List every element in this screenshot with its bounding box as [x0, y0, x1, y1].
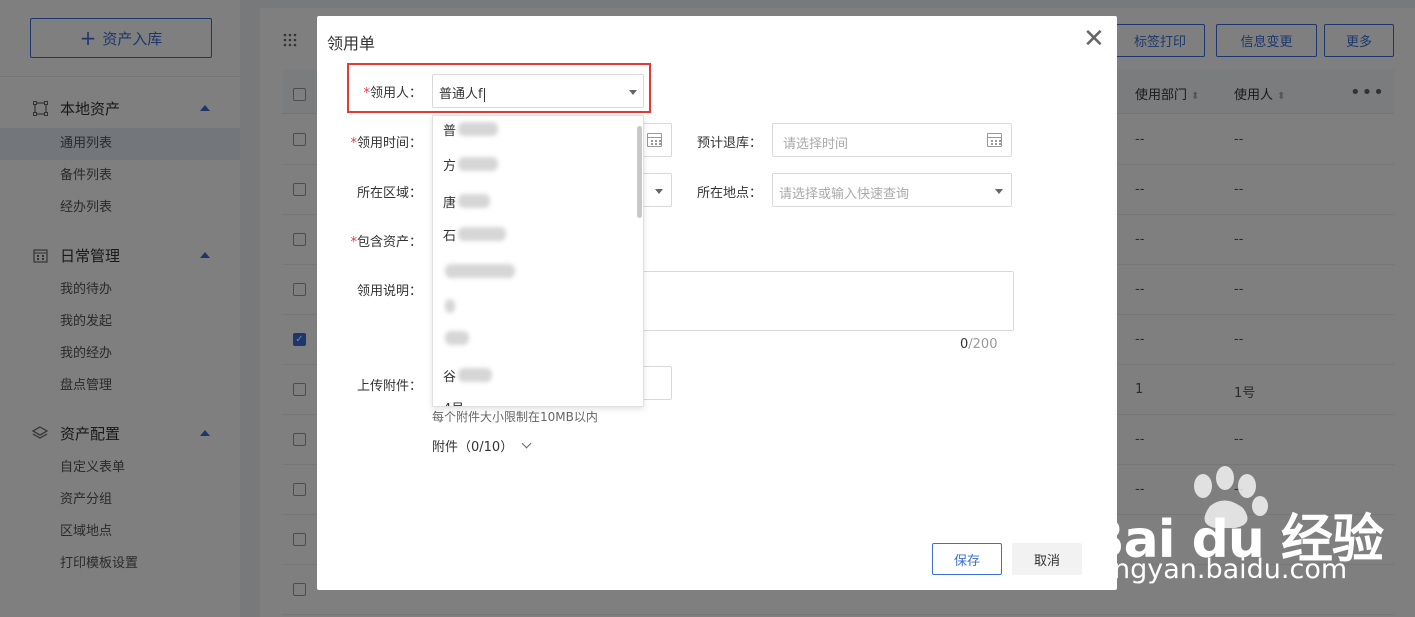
- attachment-toggle-label: 附件（0/10）: [432, 440, 514, 455]
- dropdown-arrow-icon: [995, 189, 1003, 194]
- attachment-hint: 每个附件大小限制在10MB以内: [432, 410, 598, 424]
- recipient-dropdown-list: 普 方 唐 石 谷 4号: [432, 115, 644, 407]
- assets-label: *包含资产：: [350, 235, 422, 250]
- dropdown-option[interactable]: [443, 261, 515, 281]
- save-button[interactable]: 保存: [932, 543, 1002, 575]
- calendar-icon: [647, 133, 662, 147]
- location-placeholder: 请选择或输入快速查询: [779, 187, 910, 202]
- dropdown-option[interactable]: 方: [443, 154, 499, 174]
- expected-return-label: 预计退库：: [696, 136, 762, 151]
- dropdown-option[interactable]: [443, 328, 469, 348]
- highlight-box: [347, 63, 651, 113]
- note-char-counter: 0/200: [960, 337, 998, 352]
- dropdown-option[interactable]: 4号: [443, 397, 464, 407]
- chevron-down-icon: [521, 438, 532, 449]
- modal-title: 领用单: [327, 34, 376, 53]
- close-icon[interactable]: ✕: [1083, 26, 1105, 52]
- location-select[interactable]: 请选择或输入快速查询: [772, 173, 1012, 207]
- dropdown-option[interactable]: 谷: [443, 365, 493, 385]
- attachment-label: 上传附件：: [356, 379, 422, 394]
- dropdown-option[interactable]: 石: [443, 224, 507, 244]
- calendar-icon: [987, 133, 1002, 147]
- dropdown-arrow-icon: [655, 189, 663, 194]
- expected-return-placeholder: 请选择时间: [783, 137, 849, 152]
- cancel-button[interactable]: 取消: [1012, 543, 1082, 575]
- area-label: 所在区域：: [356, 186, 422, 201]
- receive-time-label: *领用时间：: [350, 136, 422, 151]
- dropdown-option[interactable]: 唐: [443, 191, 491, 211]
- watermark-url: jingyan.baidu.com: [1098, 554, 1348, 585]
- dropdown-option[interactable]: [443, 296, 455, 316]
- attachment-toggle[interactable]: 附件（0/10）: [432, 436, 532, 455]
- note-label: 领用说明：: [356, 284, 422, 299]
- expected-return-picker[interactable]: 请选择时间: [772, 123, 1012, 157]
- dropdown-option[interactable]: 普: [443, 119, 499, 139]
- dropdown-scrollbar[interactable]: [637, 126, 642, 218]
- location-label: 所在地点：: [696, 186, 762, 201]
